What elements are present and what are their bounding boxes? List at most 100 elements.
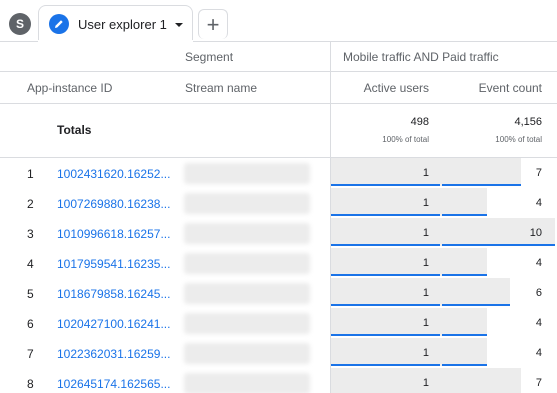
totals-event-count-pct: 100% of total <box>495 135 542 144</box>
table-row: 8 102645174.162565... 1 7 <box>0 368 557 393</box>
app-instance-id-link[interactable]: 1007269880.16238... <box>57 197 183 211</box>
stream-name-redacted <box>184 163 310 184</box>
event-count-value: 4 <box>535 197 542 209</box>
table-row: 6 1020427100.16241... 1 4 <box>0 308 557 338</box>
active-users-cell: 1 <box>331 278 442 308</box>
stream-name-redacted <box>184 343 310 364</box>
event-count-bar-line <box>442 244 555 246</box>
event-count-cell: 4 <box>442 308 557 338</box>
add-tab-button[interactable]: + <box>198 9 228 39</box>
stream-name-redacted <box>184 283 310 304</box>
active-users-value: 1 <box>422 257 429 269</box>
stream-name-redacted <box>184 193 310 214</box>
table-row: 1 1002431620.16252... 1 7 <box>0 158 557 188</box>
event-count-value: 4 <box>535 347 542 359</box>
row-number: 7 <box>27 347 34 361</box>
totals-row: Totals 498 100% of total 4,156 100% of t… <box>0 104 557 158</box>
app-instance-id-link[interactable]: 1020427100.16241... <box>57 317 183 331</box>
col-header-active-users[interactable]: Active users <box>340 81 429 95</box>
row-number: 5 <box>27 287 34 301</box>
active-users-value: 1 <box>422 227 429 239</box>
table-row: 3 1010996618.16257... 1 10 <box>0 218 557 248</box>
active-users-bar-line <box>331 214 440 216</box>
active-users-cell: 1 <box>331 338 442 368</box>
event-count-value: 4 <box>535 257 542 269</box>
active-users-bar-line <box>331 364 440 366</box>
event-count-cell: 10 <box>442 218 557 248</box>
active-users-bar-line <box>331 334 440 336</box>
col-header-event-count[interactable]: Event count <box>442 81 542 95</box>
avatar[interactable]: S <box>9 13 31 35</box>
segment-label: Segment <box>185 50 234 64</box>
table-row: 7 1022362031.16259... 1 4 <box>0 338 557 368</box>
column-header-row: App-instance ID Stream name Active users… <box>0 72 557 104</box>
totals-label: Totals <box>57 123 92 137</box>
pencil-icon[interactable] <box>49 14 69 34</box>
app-instance-id-link[interactable]: 1002431620.16252... <box>57 167 183 181</box>
event-count-value: 7 <box>535 167 542 179</box>
active-users-value: 1 <box>422 197 429 209</box>
row-number: 8 <box>27 377 34 391</box>
tab-user-explorer[interactable]: User explorer 1 <box>38 5 193 42</box>
app-instance-id-link[interactable]: 1018679858.16245... <box>57 287 183 301</box>
active-users-bar-line <box>331 274 440 276</box>
table-row: 2 1007269880.16238... 1 4 <box>0 188 557 218</box>
active-users-cell: 1 <box>331 158 442 188</box>
stream-name-redacted <box>184 373 310 393</box>
row-number: 1 <box>27 167 34 181</box>
table-row: 5 1018679858.16245... 1 6 <box>0 278 557 308</box>
event-count-value: 10 <box>529 227 542 239</box>
active-users-cell: 1 <box>331 188 442 218</box>
event-count-bar-line <box>442 364 487 366</box>
event-count-bar-line <box>442 334 487 336</box>
active-users-cell: 1 <box>331 308 442 338</box>
totals-event-count: 4,156 <box>514 116 542 128</box>
totals-active-users-pct: 100% of total <box>382 135 429 144</box>
row-number: 4 <box>27 257 34 271</box>
event-count-bar-line <box>442 274 487 276</box>
tab-bar: S User explorer 1 + <box>0 0 557 42</box>
stream-name-redacted <box>184 253 310 274</box>
event-count-value: 6 <box>535 287 542 299</box>
row-number: 3 <box>27 227 34 241</box>
event-count-cell: 7 <box>442 368 557 393</box>
col-header-stream-name[interactable]: Stream name <box>185 81 257 95</box>
event-count-cell: 6 <box>442 278 557 308</box>
active-users-cell: 1 <box>331 368 442 393</box>
segment-value[interactable]: Mobile traffic AND Paid traffic <box>343 50 499 64</box>
active-users-cell: 1 <box>331 218 442 248</box>
event-count-value: 7 <box>535 377 542 389</box>
event-count-cell: 4 <box>442 188 557 218</box>
event-count-cell: 7 <box>442 158 557 188</box>
row-number: 2 <box>27 197 34 211</box>
event-count-value: 4 <box>535 317 542 329</box>
active-users-bar-line <box>331 184 440 186</box>
row-number: 6 <box>27 317 34 331</box>
active-users-value: 1 <box>422 287 429 299</box>
stream-name-redacted <box>184 313 310 334</box>
table-row: 4 1017959541.16235... 1 4 <box>0 248 557 278</box>
app-instance-id-link[interactable]: 1017959541.16235... <box>57 257 183 271</box>
active-users-bar-line <box>331 244 440 246</box>
app-instance-id-link[interactable]: 1022362031.16259... <box>57 347 183 361</box>
event-count-cell: 4 <box>442 338 557 368</box>
active-users-value: 1 <box>422 347 429 359</box>
stream-name-redacted <box>184 223 310 244</box>
segment-header-row: Segment Mobile traffic AND Paid traffic <box>0 42 557 72</box>
column-divider <box>330 42 331 393</box>
active-users-value: 1 <box>422 167 429 179</box>
totals-active-users: 498 <box>410 116 429 128</box>
event-count-bar-line <box>442 184 521 186</box>
active-users-cell: 1 <box>331 248 442 278</box>
tab-label: User explorer 1 <box>78 17 167 32</box>
event-count-bar-line <box>442 214 487 216</box>
active-users-value: 1 <box>422 317 429 329</box>
active-users-value: 1 <box>422 377 429 389</box>
chevron-down-icon[interactable] <box>172 18 186 30</box>
app-instance-id-link[interactable]: 102645174.162565... <box>57 377 183 391</box>
col-header-app-instance-id[interactable]: App-instance ID <box>27 81 112 95</box>
app-instance-id-link[interactable]: 1010996618.16257... <box>57 227 183 241</box>
event-count-cell: 4 <box>442 248 557 278</box>
event-count-bar-line <box>442 304 510 306</box>
active-users-bar-line <box>331 304 440 306</box>
